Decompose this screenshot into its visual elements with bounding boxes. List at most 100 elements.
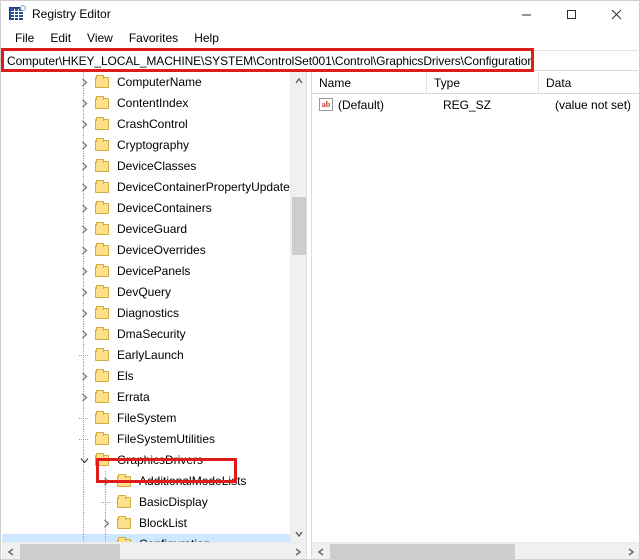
tree-node[interactable]: DevQuery	[2, 282, 290, 303]
menu-item-edit[interactable]: Edit	[42, 29, 79, 47]
menu-item-view[interactable]: View	[79, 29, 121, 47]
folder-icon	[95, 240, 111, 261]
tree-horizontal-scrollbar[interactable]	[2, 542, 306, 559]
tree-node[interactable]: BasicDisplay	[2, 492, 290, 513]
chevron-right-icon[interactable]	[76, 177, 92, 198]
chevron-right-icon[interactable]	[76, 387, 92, 408]
tree-node[interactable]: DeviceContainers	[2, 198, 290, 219]
chevron-right-icon[interactable]	[76, 135, 92, 156]
tree-node[interactable]: Diagnostics	[2, 303, 290, 324]
chevron-right-icon[interactable]	[76, 282, 92, 303]
tree-node[interactable]: FileSystem	[2, 408, 290, 429]
menu-item-file[interactable]: File	[7, 29, 42, 47]
menu-item-help[interactable]: Help	[186, 29, 227, 47]
chevron-right-icon[interactable]	[76, 240, 92, 261]
tree-vertical-scrollbar[interactable]	[290, 72, 306, 542]
folder-icon	[95, 450, 111, 471]
scroll-down-icon[interactable]	[291, 525, 306, 542]
tree-node[interactable]: AdditionalModeLists	[2, 471, 290, 492]
column-header-name[interactable]: Name	[312, 72, 427, 94]
scroll-up-icon[interactable]	[291, 72, 306, 89]
chevron-right-icon[interactable]	[76, 324, 92, 345]
tree-node[interactable]: BlockList	[2, 513, 290, 534]
tree-leaf-marker	[76, 408, 92, 429]
table-row[interactable]: ab (Default) REG_SZ (value not set)	[312, 94, 639, 115]
chevron-right-icon[interactable]	[76, 303, 92, 324]
tree-node-label: Els	[117, 369, 134, 383]
chevron-right-icon[interactable]	[76, 156, 92, 177]
folder-icon	[95, 387, 111, 408]
tree-node-label: DevQuery	[117, 285, 172, 299]
tree-hscrollbar-thumb[interactable]	[20, 544, 120, 559]
tree-node-label: Errata	[117, 390, 150, 404]
folder-icon	[95, 345, 111, 366]
scroll-left-icon[interactable]	[2, 543, 19, 559]
chevron-right-icon[interactable]	[98, 513, 114, 534]
folder-icon	[95, 72, 111, 93]
tree-guide-line	[83, 513, 84, 534]
tree-node[interactable]: DeviceContainerPropertyUpdateEvents	[2, 177, 290, 198]
tree-node-label: GraphicsDrivers	[117, 453, 204, 467]
tree-node[interactable]: ContentIndex	[2, 93, 290, 114]
registry-editor-icon	[9, 5, 26, 22]
tree-node[interactable]: ComputerName	[2, 72, 290, 93]
address-bar[interactable]: Computer\HKEY_LOCAL_MACHINE\SYSTEM\Contr…	[2, 50, 638, 71]
scroll-right-icon[interactable]	[289, 543, 306, 559]
folder-icon	[117, 534, 133, 542]
chevron-right-icon[interactable]	[76, 114, 92, 135]
tree-guide-line	[83, 534, 84, 542]
chevron-right-icon[interactable]	[76, 366, 92, 387]
value-data-cell: (value not set)	[555, 97, 632, 112]
values-hscrollbar-thumb[interactable]	[330, 544, 515, 559]
column-header-type[interactable]: Type	[427, 72, 539, 94]
tree-node[interactable]: Cryptography	[2, 135, 290, 156]
tree-node[interactable]: DevicePanels	[2, 261, 290, 282]
tree-node-label: EarlyLaunch	[117, 348, 184, 362]
tree-node[interactable]: DeviceClasses	[2, 156, 290, 177]
chevron-right-icon[interactable]	[98, 471, 114, 492]
tree-node-selected[interactable]: Configuration	[2, 534, 290, 542]
folder-icon	[95, 93, 111, 114]
values-scroll-left-icon[interactable]	[312, 543, 329, 559]
tree-node-label: BasicDisplay	[139, 495, 208, 509]
registry-tree[interactable]: ComputerName ContentIndex CrashControl Cryp…	[2, 72, 290, 542]
values-horizontal-scrollbar[interactable]	[312, 542, 639, 559]
folder-icon	[95, 156, 111, 177]
minimize-icon[interactable]	[504, 1, 549, 27]
chevron-down-icon[interactable]	[98, 534, 114, 542]
maximize-icon[interactable]	[549, 1, 594, 27]
tree-node-label: DeviceContainerPropertyUpdateEvents	[117, 180, 290, 194]
tree-node-label: ContentIndex	[117, 96, 189, 110]
chevron-right-icon[interactable]	[76, 198, 92, 219]
tree-node[interactable]: CrashControl	[2, 114, 290, 135]
chevron-right-icon[interactable]	[76, 261, 92, 282]
tree-node[interactable]: DmaSecurity	[2, 324, 290, 345]
tree-node-label: BlockList	[139, 516, 188, 530]
folder-icon	[95, 282, 111, 303]
folder-icon	[95, 114, 111, 135]
tree-node-label: DmaSecurity	[117, 327, 186, 341]
value-name-text: (Default)	[338, 97, 385, 112]
chevron-right-icon[interactable]	[76, 93, 92, 114]
menu-item-favorites[interactable]: Favorites	[121, 29, 186, 47]
folder-icon	[95, 261, 111, 282]
folder-icon	[95, 219, 111, 240]
tree-node[interactable]: DeviceGuard	[2, 219, 290, 240]
tree-node[interactable]: FileSystemUtilities	[2, 429, 290, 450]
tree-scrollbar-thumb[interactable]	[292, 197, 306, 255]
chevron-right-icon[interactable]	[76, 72, 92, 93]
tree-node[interactable]: GraphicsDrivers	[2, 450, 290, 471]
tree-node[interactable]: EarlyLaunch	[2, 345, 290, 366]
column-header-data[interactable]: Data	[539, 72, 639, 94]
values-scroll-right-icon[interactable]	[622, 543, 639, 559]
close-icon[interactable]	[594, 1, 639, 27]
tree-guide-line	[101, 502, 111, 503]
tree-node[interactable]: Errata	[2, 387, 290, 408]
values-column-header: Name Type Data	[312, 72, 639, 94]
chevron-right-icon[interactable]	[76, 219, 92, 240]
tree-node-label: DeviceClasses	[117, 159, 197, 173]
tree-node[interactable]: DeviceOverrides	[2, 240, 290, 261]
tree-node[interactable]: Els	[2, 366, 290, 387]
tree-node-label: Diagnostics	[117, 306, 180, 320]
chevron-down-icon[interactable]	[76, 450, 92, 471]
